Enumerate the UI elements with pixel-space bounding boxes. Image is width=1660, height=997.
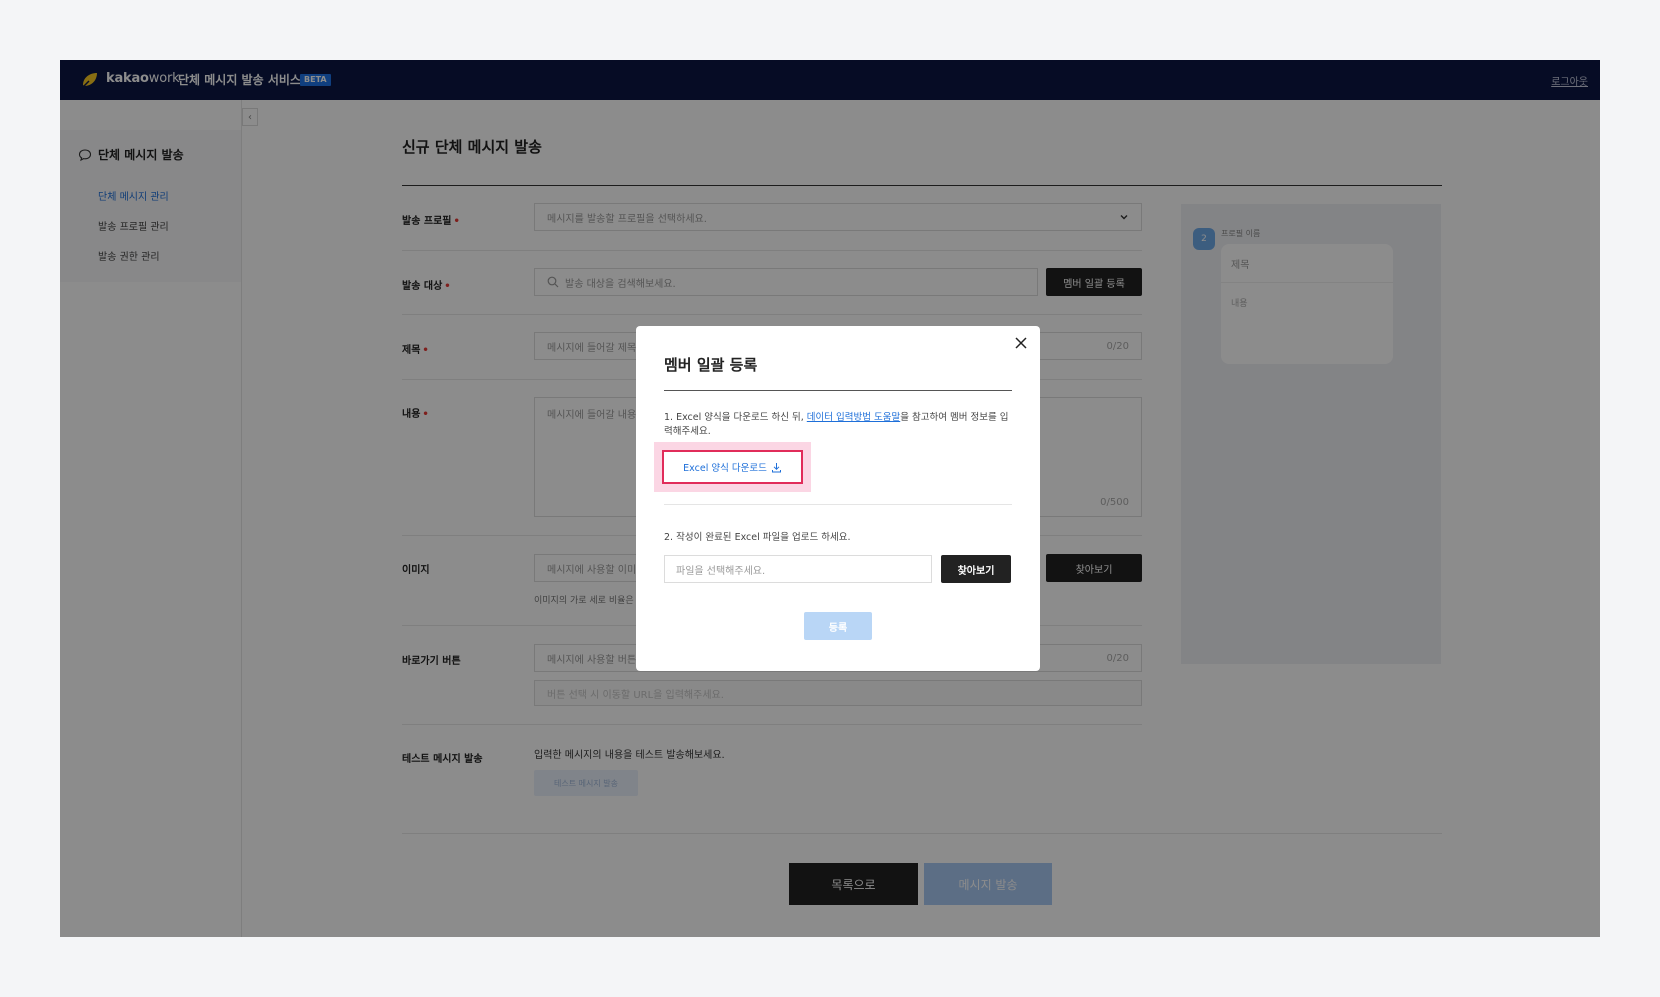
close-icon: [1015, 337, 1027, 349]
modal-section-divider: [664, 504, 1012, 505]
modal-title: 멤버 일괄 등록: [664, 356, 758, 374]
close-button[interactable]: [1010, 332, 1032, 354]
register-button[interactable]: 등록: [804, 612, 872, 640]
step2-instruction: 2. 작성이 완료된 Excel 파일을 업로드 하세요.: [664, 532, 851, 543]
step1-instruction: 1. Excel 양식을 다운로드 하신 뒤, 데이터 입력방법 도움말을 참고…: [664, 412, 1009, 437]
data-input-help-link[interactable]: 데이터 입력방법 도움말: [807, 412, 900, 423]
bulk-register-modal: 멤버 일괄 등록 1. Excel 양식을 다운로드 하신 뒤, 데이터 입력방…: [636, 326, 1040, 671]
download-icon: [771, 462, 781, 472]
modal-title-divider: [664, 390, 1012, 391]
app-window: kakaowork 단체 메시지 발송 서비스 BETA 로그아웃 단체 메시지…: [60, 60, 1600, 937]
file-browse-button[interactable]: 찾아보기: [941, 555, 1011, 583]
excel-download-button[interactable]: Excel 양식 다운로드: [662, 450, 803, 484]
file-select-input[interactable]: 파일을 선택해주세요.: [664, 555, 932, 583]
